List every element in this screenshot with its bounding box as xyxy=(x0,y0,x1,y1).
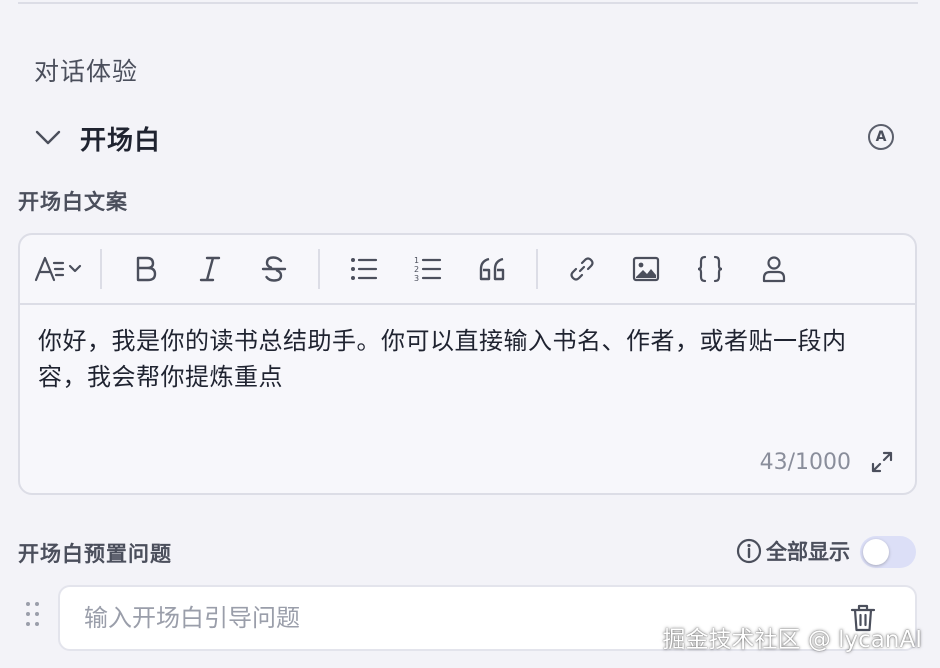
auto-icon[interactable]: A xyxy=(868,124,894,150)
editor-toolbar: 123 xyxy=(20,235,915,305)
char-counter: 43/1000 xyxy=(759,450,851,475)
svg-text:1: 1 xyxy=(414,256,419,265)
show-all-label: 全部显示 xyxy=(766,540,850,564)
preset-questions-label: 开场白预置问题 xyxy=(18,542,172,566)
italic-icon[interactable] xyxy=(178,247,242,291)
show-all-toggle[interactable] xyxy=(860,536,916,568)
opening-editor: 123 你好，我是你的读书总结助手。你可以直接输入书名、作者，或者贴一段内容，我… xyxy=(18,233,917,495)
section-title: 对话体验 xyxy=(34,57,139,86)
toolbar-divider xyxy=(100,249,102,289)
code-block-icon[interactable] xyxy=(678,247,742,291)
drag-handle-icon[interactable] xyxy=(24,600,42,628)
opening-text-content[interactable]: 你好，我是你的读书总结助手。你可以直接输入书名、作者，或者贴一段内容，我会帮你提… xyxy=(38,323,889,395)
numbered-list-icon[interactable]: 123 xyxy=(396,247,460,291)
opening-title: 开场白 xyxy=(80,125,162,156)
opening-text-label: 开场白文案 xyxy=(18,190,128,214)
user-icon[interactable] xyxy=(742,247,806,291)
watermark: 掘金技术社区 @ lycanAI xyxy=(662,627,922,653)
toolbar-divider xyxy=(318,249,320,289)
image-icon[interactable] xyxy=(614,247,678,291)
expand-icon[interactable] xyxy=(869,449,895,475)
toolbar-divider xyxy=(536,249,538,289)
show-all-control: 全部显示 xyxy=(736,536,850,566)
opening-collapse-header[interactable]: 开场白 A xyxy=(30,118,900,158)
text-style-icon[interactable] xyxy=(32,247,88,291)
info-icon xyxy=(736,538,762,564)
toggle-knob xyxy=(863,539,889,565)
chevron-down-icon[interactable] xyxy=(30,120,66,156)
svg-text:3: 3 xyxy=(414,274,419,283)
link-icon[interactable] xyxy=(550,247,614,291)
bullet-list-icon[interactable] xyxy=(332,247,396,291)
strikethrough-icon[interactable] xyxy=(242,247,306,291)
svg-text:2: 2 xyxy=(414,265,419,274)
top-divider xyxy=(18,2,918,4)
quote-icon[interactable] xyxy=(460,247,524,291)
bold-icon[interactable] xyxy=(114,247,178,291)
